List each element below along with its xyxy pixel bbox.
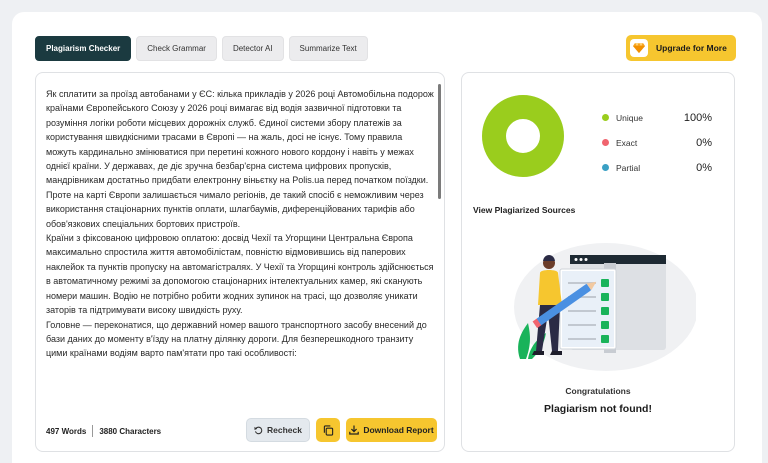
download-label: Download Report (363, 425, 434, 435)
copy-button[interactable] (316, 418, 340, 442)
refresh-icon (254, 426, 263, 434)
stats-divider (92, 425, 94, 437)
legend-partial: Partial 0% (602, 155, 712, 180)
legend-percent: 0% (696, 161, 712, 174)
legend-percent: 100% (683, 111, 712, 124)
legend-label: Exact (616, 137, 638, 148)
main-card: Plagiarism Checker Check Grammar Detecto… (12, 12, 762, 463)
unique-dot (602, 114, 609, 121)
recheck-label: Recheck (267, 425, 302, 435)
text-paragraph: Як сплатити за проїзд автобанами у ЄС: к… (46, 89, 434, 229)
plagiarism-result-message: Plagiarism not found! (544, 403, 652, 415)
unique-donut-chart (482, 95, 564, 177)
partial-dot (602, 164, 609, 171)
text-paragraph: Головне — переконатися, що державний ном… (46, 319, 427, 359)
legend-label: Unique (616, 112, 643, 123)
upgrade-button[interactable]: Upgrade for More (626, 35, 736, 61)
legend-exact: Exact 0% (602, 130, 712, 155)
text-input[interactable]: Як сплатити за проїзд автобанами у ЄС: к… (46, 87, 434, 411)
download-icon (349, 425, 360, 435)
tab-plagiarism-checker[interactable]: Plagiarism Checker (35, 36, 132, 61)
tool-tabs: Plagiarism Checker Check Grammar Detecto… (35, 36, 368, 61)
character-count: 3880 Characters (99, 426, 162, 436)
recheck-button[interactable]: Recheck (246, 418, 310, 442)
legend-label: Partial (616, 162, 641, 173)
view-plagiarized-sources[interactable]: View Plagiarized Sources (473, 205, 575, 215)
download-report-button[interactable]: Download Report (346, 418, 437, 442)
word-count: 497 Words (46, 426, 87, 436)
results-legend: Unique 100% Exact 0% Partial 0% (602, 105, 712, 180)
tab-summarize-text[interactable]: Summarize Text (288, 36, 368, 61)
legend-percent: 0% (696, 136, 712, 149)
tab-detector-ai[interactable]: Detector AI (221, 36, 284, 61)
donut-unique-arc (482, 95, 564, 177)
text-paragraph: Країни з фіксованою цифровою оплатою: до… (46, 233, 434, 316)
tab-check-grammar[interactable]: Check Grammar (136, 36, 217, 61)
exact-dot (602, 139, 609, 146)
text-stats: 497 Words 3880 Characters (46, 425, 161, 437)
upgrade-label: Upgrade for More (656, 43, 727, 53)
congrats-text: Congratulations (565, 386, 631, 396)
checklist-illustration (514, 243, 696, 371)
results-panel: Unique 100% Exact 0% Partial 0% View Pla… (461, 72, 735, 452)
legend-unique: Unique 100% (602, 105, 712, 130)
copy-icon (323, 424, 333, 436)
text-scrollbar[interactable] (438, 84, 441, 199)
text-editor-panel: Як сплатити за проїзд автобанами у ЄС: к… (35, 72, 445, 452)
diamond-icon (630, 39, 648, 57)
